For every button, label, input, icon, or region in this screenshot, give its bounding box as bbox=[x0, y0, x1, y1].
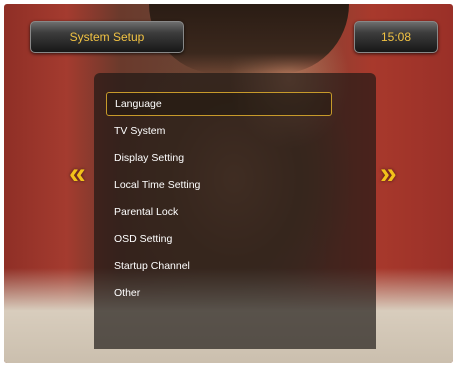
menu-item-startup-channel[interactable]: Startup Channel bbox=[106, 254, 332, 278]
menu-item-display-setting[interactable]: Display Setting bbox=[106, 146, 332, 170]
menu-item-label: Startup Channel bbox=[114, 260, 190, 272]
menu-item-label: Other bbox=[114, 287, 141, 299]
menu-item-label: Local Time Setting bbox=[114, 179, 201, 191]
page-title: System Setup bbox=[69, 30, 145, 44]
double-chevron-right-icon[interactable]: » bbox=[380, 159, 397, 189]
clock-time: 15:08 bbox=[380, 30, 412, 44]
system-setup-title-bar: System Setup bbox=[30, 21, 184, 53]
menu-item-label: TV System bbox=[114, 125, 166, 137]
clock-display: 15:08 bbox=[354, 21, 438, 53]
menu-item-tv-system[interactable]: TV System bbox=[106, 119, 332, 143]
setup-menu-panel: Language TV System Display Setting Local… bbox=[94, 73, 376, 349]
menu-item-label: Display Setting bbox=[114, 152, 185, 164]
menu-item-osd-setting[interactable]: OSD Setting bbox=[106, 227, 332, 251]
menu-item-label: Parental Lock bbox=[114, 206, 179, 218]
menu-item-other[interactable]: Other bbox=[106, 281, 332, 305]
menu-item-local-time-setting[interactable]: Local Time Setting bbox=[106, 173, 332, 197]
double-chevron-left-icon[interactable]: « bbox=[69, 159, 86, 189]
menu-item-label: OSD Setting bbox=[114, 233, 173, 245]
menu-item-label: Language bbox=[115, 98, 162, 110]
tv-screen: System Setup 15:08 Language TV System Di… bbox=[4, 4, 453, 363]
menu-item-parental-lock[interactable]: Parental Lock bbox=[106, 200, 332, 224]
menu-item-language[interactable]: Language bbox=[106, 92, 332, 116]
